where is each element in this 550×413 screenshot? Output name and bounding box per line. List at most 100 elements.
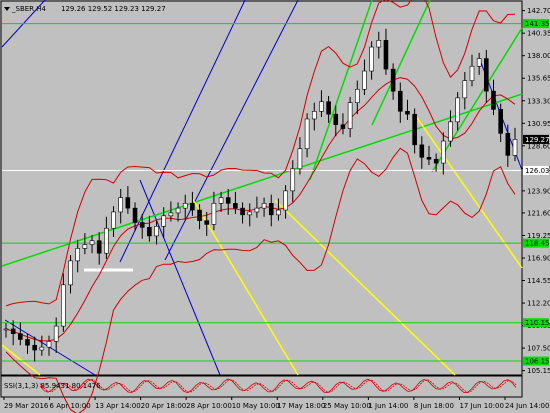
candle-body xyxy=(362,70,367,90)
yellow-trend-line[interactable] xyxy=(274,199,456,376)
candle-body xyxy=(311,110,317,120)
candle-body xyxy=(32,344,37,351)
candle-body xyxy=(354,88,360,103)
candle-body xyxy=(175,207,181,214)
candle-body xyxy=(46,341,52,348)
candle-body xyxy=(390,68,396,92)
candle-body xyxy=(383,40,389,70)
y-tick-label: 112.20 xyxy=(527,300,550,308)
x-tick-label: 1 Jun 14:00 xyxy=(368,402,408,410)
candle-body xyxy=(297,148,303,170)
candle-body xyxy=(512,139,518,156)
candle-body xyxy=(491,90,496,110)
x-tick-label: 28 Apr 10:00 xyxy=(186,402,232,410)
candle-body xyxy=(254,207,260,213)
x-tick-label: 6 Apr 10:00 xyxy=(50,402,91,410)
green-trend-line[interactable] xyxy=(309,0,373,181)
candle-body xyxy=(125,197,131,209)
bollinger-lower xyxy=(5,147,516,413)
price-chart[interactable]: 142.70140.35138.00135.65133.30130.95128.… xyxy=(0,0,550,413)
candle-body xyxy=(476,58,482,67)
candle-body xyxy=(75,248,80,262)
price-label-text: 110.15 xyxy=(525,319,550,327)
candle-body xyxy=(455,97,460,123)
price-label-text: 129.27 xyxy=(525,136,550,144)
blue-channel-line[interactable] xyxy=(119,0,246,263)
indicator-pane xyxy=(39,378,517,394)
trend-lines[interactable] xyxy=(1,0,523,376)
candle-body xyxy=(405,110,410,115)
candle-body xyxy=(3,328,9,331)
candle-body xyxy=(268,203,274,216)
candle-body xyxy=(426,157,432,160)
candle-body xyxy=(25,339,30,346)
x-tick-label: 13 Apr 14:00 xyxy=(95,402,141,410)
y-tick-label: 123.90 xyxy=(527,187,550,195)
candle-body xyxy=(319,101,324,112)
candle-body xyxy=(61,284,66,327)
symbol-label: _SBER,H4 xyxy=(11,5,47,13)
candle-body xyxy=(290,168,296,192)
candle-body xyxy=(376,40,382,48)
candle-body xyxy=(276,209,281,216)
candle-body xyxy=(204,220,210,225)
candle-body xyxy=(283,190,288,211)
candle-body xyxy=(369,46,374,72)
y-tick-label: 130.95 xyxy=(527,120,550,128)
blue-channel-line[interactable] xyxy=(4,319,96,376)
price-label-text: 126.03 xyxy=(525,167,550,175)
candle-body xyxy=(89,240,95,245)
candle-body xyxy=(39,346,45,351)
x-tick-label: 25 May 10:00 xyxy=(323,402,371,410)
bollinger-upper xyxy=(5,0,516,307)
candle-body xyxy=(433,158,439,164)
green-trend-line[interactable] xyxy=(1,93,523,267)
dropdown-arrow-icon[interactable] xyxy=(4,7,10,11)
bollinger-bands xyxy=(5,0,516,413)
y-tick-label: 140.35 xyxy=(527,30,550,38)
candle-body xyxy=(18,333,23,340)
y-tick-label: 135.65 xyxy=(527,75,550,83)
candle-body xyxy=(240,207,245,216)
candle-body xyxy=(168,212,174,217)
price-label-text: 118.45 xyxy=(525,240,550,248)
price-label-text: 106.15 xyxy=(525,358,550,366)
y-tick-label: 121.60 xyxy=(527,209,550,217)
candle-body xyxy=(197,209,202,221)
candle-body xyxy=(441,140,446,164)
candle-body xyxy=(161,215,167,227)
candle-body xyxy=(347,102,353,129)
y-tick-label: 138.00 xyxy=(527,52,550,60)
horizontal-levels[interactable] xyxy=(2,23,521,362)
x-tick-label: 10 May 10:00 xyxy=(232,402,280,410)
candle-body xyxy=(147,227,152,237)
candle-body xyxy=(111,211,116,229)
candle-body xyxy=(118,197,124,213)
candle-body xyxy=(139,222,145,228)
indicator-label: SSI(3,1,3) 85.9431 80.1476 xyxy=(4,382,101,390)
y-tick-label: 116.90 xyxy=(527,254,550,262)
candle-body xyxy=(462,80,468,99)
candle-body xyxy=(505,133,511,156)
candle-body xyxy=(261,203,267,209)
y-tick-label: 142.70 xyxy=(527,7,550,15)
y-tick-label: 133.30 xyxy=(527,97,550,105)
candle-body xyxy=(419,144,425,158)
candle-body xyxy=(448,121,453,142)
candle-body xyxy=(182,203,188,209)
candle-body xyxy=(154,226,159,237)
y-tick-label: 107.50 xyxy=(527,345,550,353)
chart-window[interactable]: 142.70 140.35 138.00 135.65 133.30 130.95 128.… xyxy=(0,0,550,413)
candle-body xyxy=(211,203,217,225)
x-tick-label: 20 Apr 18:00 xyxy=(141,402,187,410)
candle-body xyxy=(190,203,195,211)
y-tick-label: 105.15 xyxy=(527,367,550,375)
candle-body xyxy=(132,207,138,223)
candle-body xyxy=(247,211,253,216)
blue-channel-line[interactable] xyxy=(164,0,299,261)
candle-body xyxy=(68,260,73,286)
candle-body xyxy=(233,203,238,209)
candle-body xyxy=(333,113,339,126)
candle-body xyxy=(412,113,417,146)
candle-body xyxy=(340,124,346,129)
